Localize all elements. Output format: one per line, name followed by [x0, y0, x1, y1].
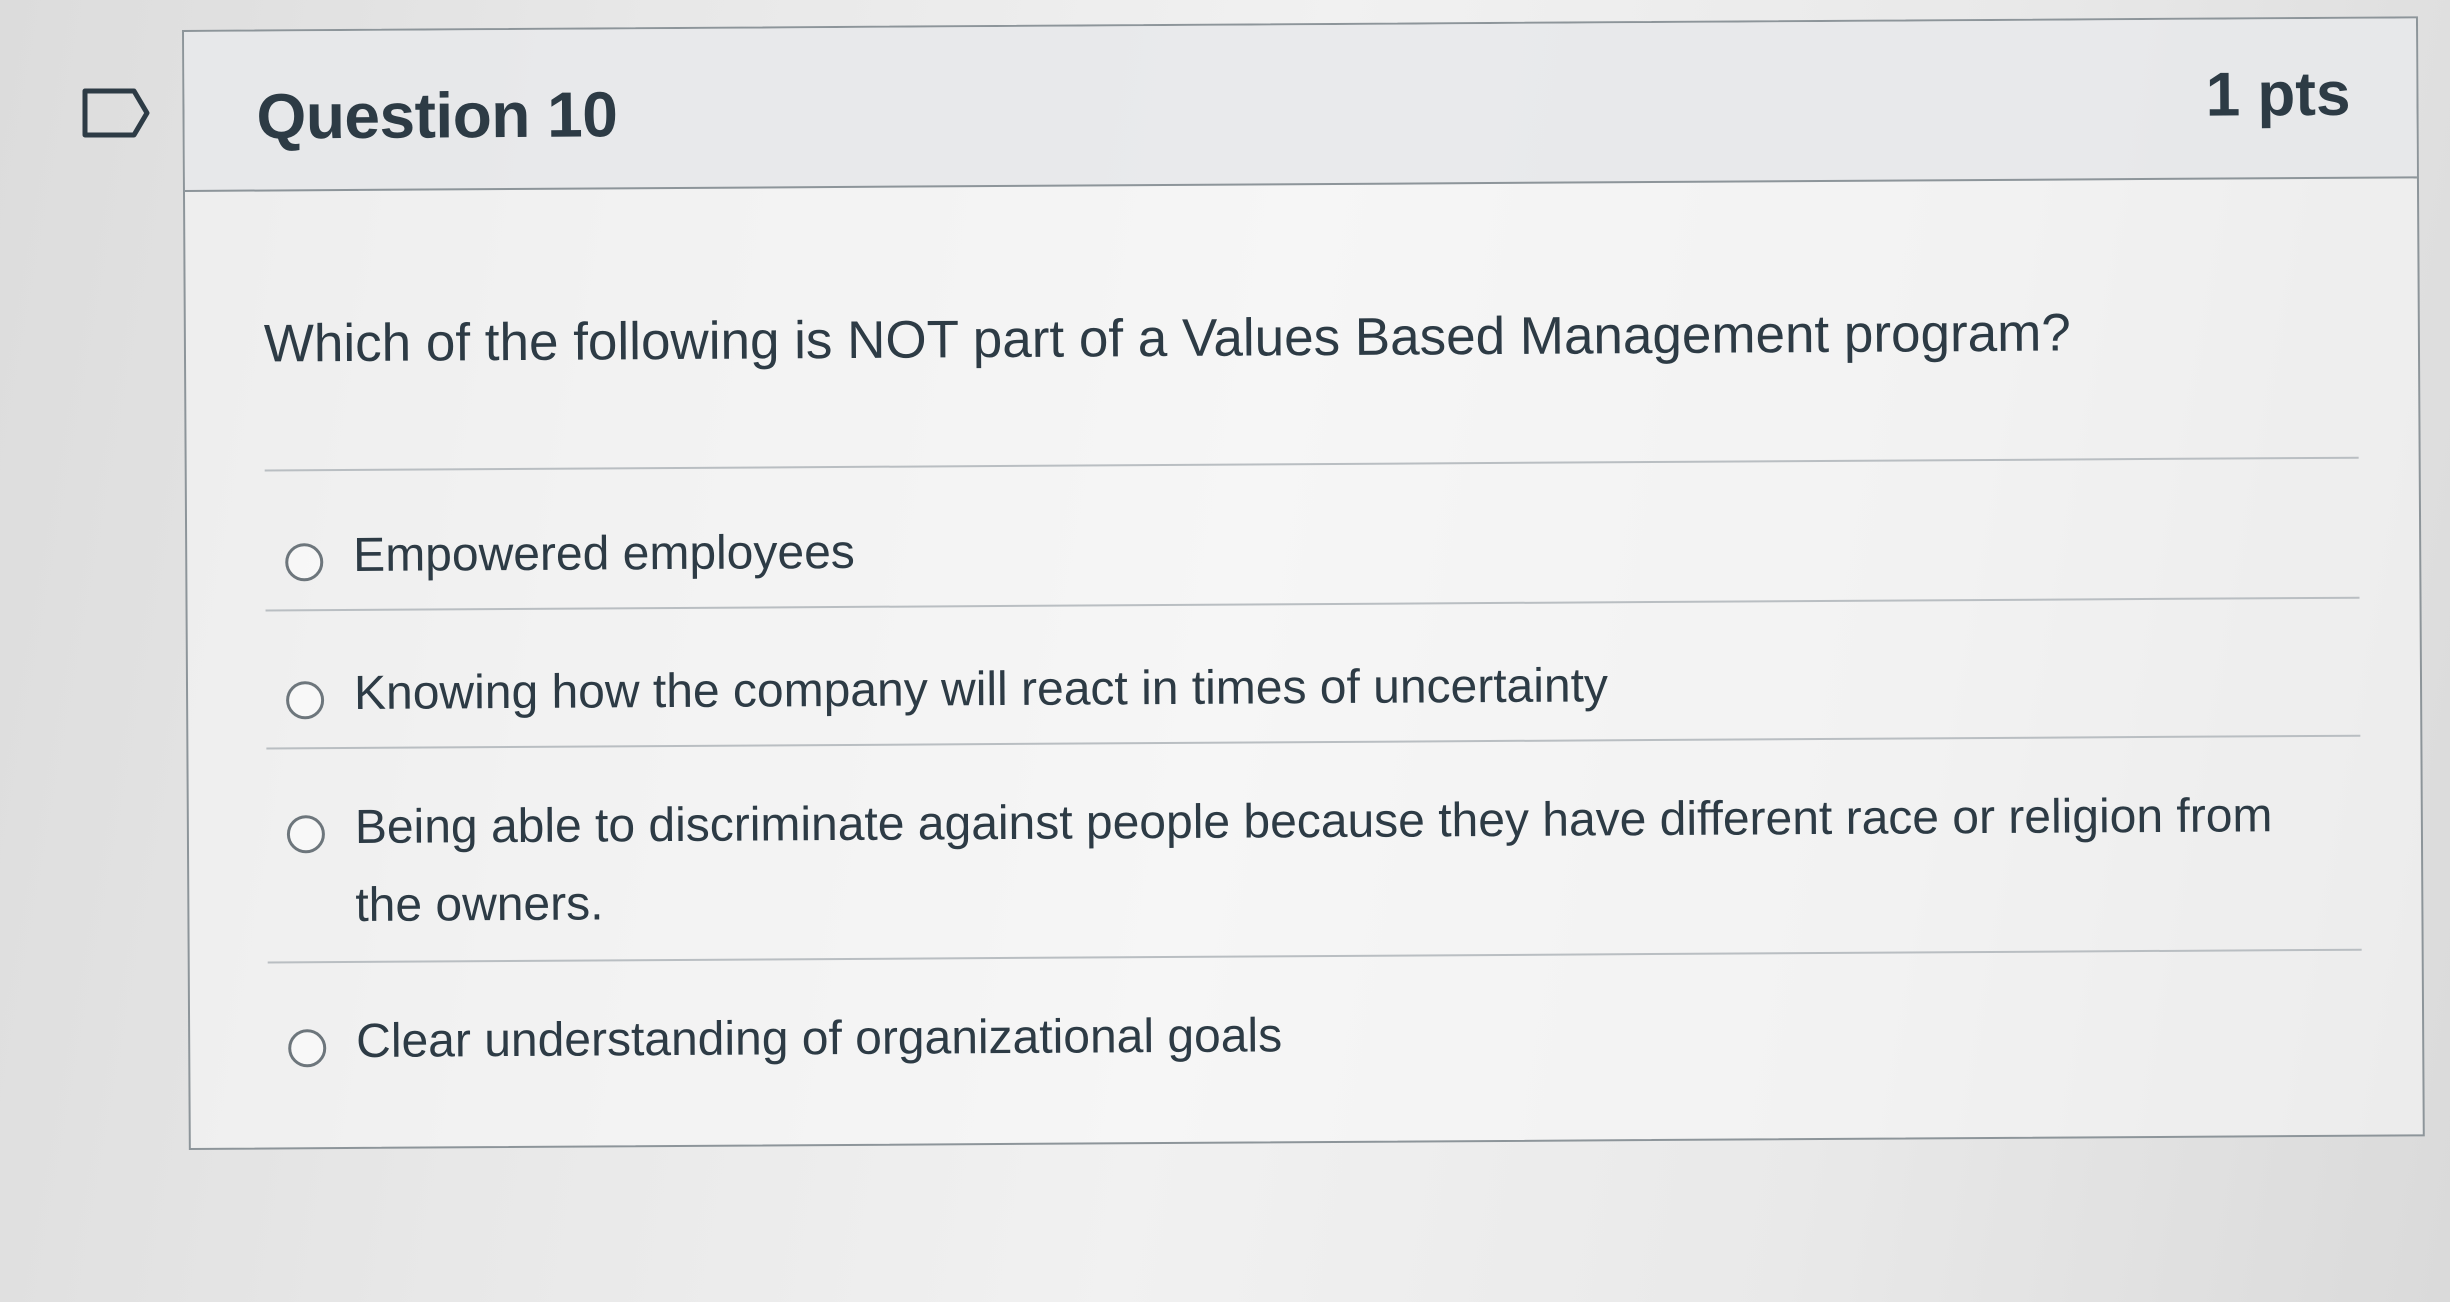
question-card: Question 10 1 pts Which of the following…: [182, 16, 2425, 1150]
question-title: Question 10: [256, 78, 618, 153]
radio-button-icon[interactable]: [285, 543, 324, 582]
answer-option-1[interactable]: Empowered employees: [285, 519, 2319, 595]
answer-label: Being able to discriminate against peopl…: [354, 789, 2273, 932]
question-text: Which of the following is NOT part of a …: [263, 303, 2071, 374]
answer-label: Empowered employees: [353, 525, 855, 582]
answer-divider: [265, 596, 2360, 612]
answer-label: Clear understanding of organizational go…: [356, 1009, 1283, 1068]
flag-question-icon[interactable]: [82, 88, 150, 138]
answer-option-2[interactable]: Knowing how the company will react in ti…: [285, 657, 2320, 733]
answer-option-3[interactable]: Being able to discriminate against peopl…: [286, 789, 2322, 945]
answer-option-4[interactable]: Clear understanding of organizational go…: [288, 1005, 2322, 1081]
radio-button-icon[interactable]: [288, 1029, 327, 1068]
answer-label: Knowing how the company will react in ti…: [353, 659, 1609, 720]
radio-button-icon[interactable]: [285, 681, 325, 720]
question-header: Question 10 1 pts: [184, 18, 2417, 192]
answer-divider: [267, 948, 2362, 964]
radio-button-icon[interactable]: [286, 815, 326, 854]
answer-divider: [266, 734, 2361, 750]
question-points: 1 pts: [2205, 59, 2351, 130]
answer-divider: [264, 456, 2359, 472]
